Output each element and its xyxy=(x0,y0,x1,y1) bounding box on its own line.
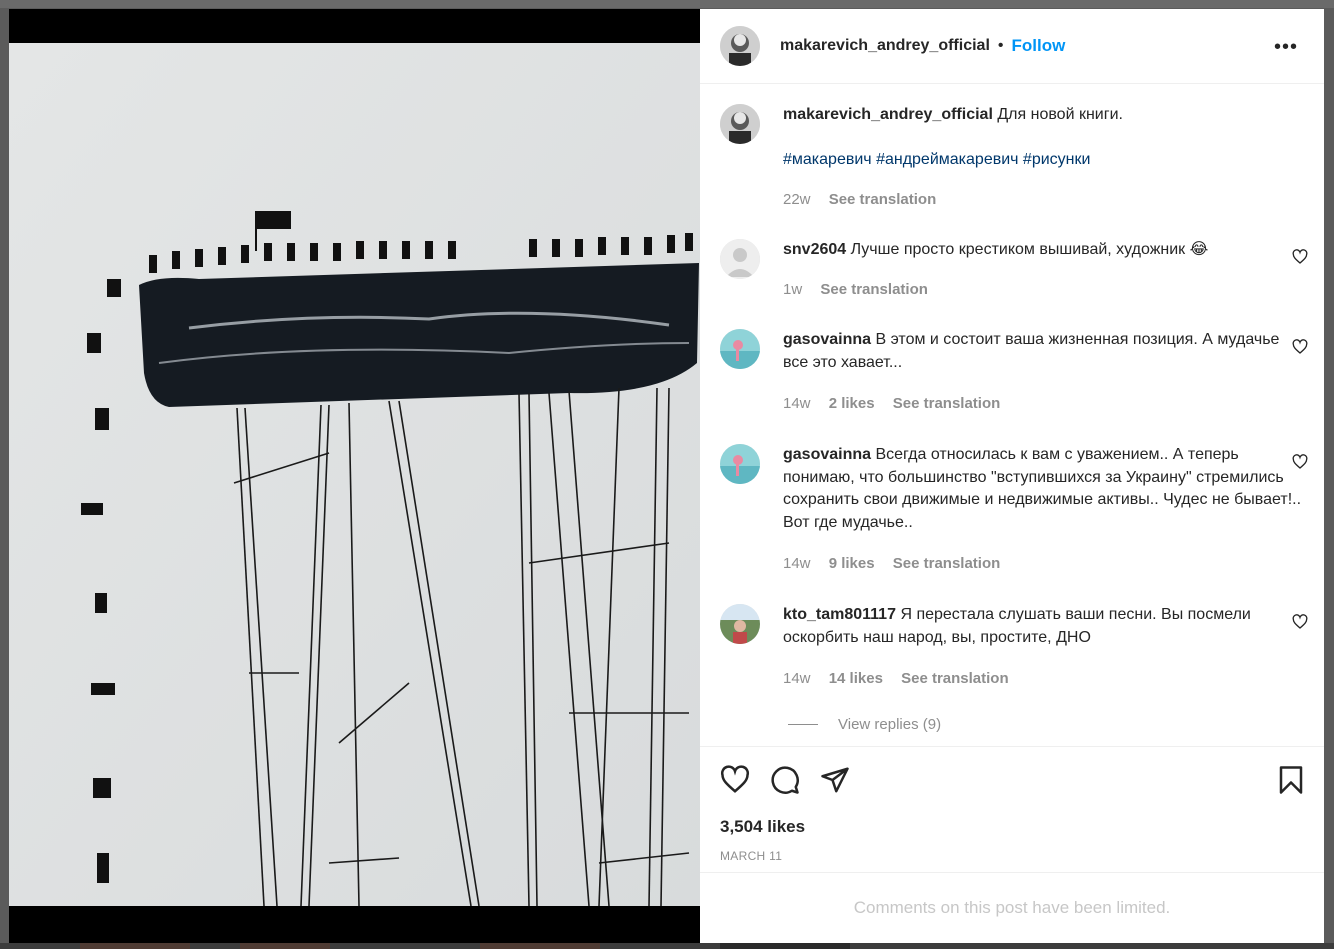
comment-item: kto_tam801117 Я перестала слушать ваши п… xyxy=(720,604,1308,687)
comment-username[interactable]: kto_tam801117 xyxy=(783,606,896,623)
caption-text: makarevich_andrey_official Для новой кни… xyxy=(783,104,1308,171)
post-actions: 3,504 likes MARCH 11 xyxy=(700,746,1324,872)
post-caption: makarevich_andrey_official Для новой кни… xyxy=(720,104,1308,208)
separator-dot: • xyxy=(997,37,1004,54)
comment-body: Лучше просто крестиком вышивай, художник… xyxy=(850,241,1209,258)
avatar[interactable] xyxy=(720,26,760,66)
avatar[interactable] xyxy=(720,444,760,484)
see-translation-link[interactable]: See translation xyxy=(829,191,937,208)
post-modal: makarevich_andrey_official • Follow ••• … xyxy=(9,9,1324,943)
comment-item: snv2604 Лучше просто крестиком вышивай, … xyxy=(720,239,1308,298)
comment-likes[interactable]: 14 likes xyxy=(829,670,883,687)
see-translation-link[interactable]: See translation xyxy=(893,555,1001,572)
caption-body: Для новой книги. xyxy=(997,106,1123,123)
avatar[interactable] xyxy=(720,604,760,644)
comment-item: gasovainna Всегда относилась к вам с ува… xyxy=(720,444,1308,572)
comment-age: 14w xyxy=(783,555,811,572)
comments-limited-notice: Comments on this post have been limited. xyxy=(700,872,1324,943)
comment-like-heart-icon[interactable] xyxy=(1292,454,1308,470)
comments-list: makarevich_andrey_official Для новой кни… xyxy=(700,84,1324,746)
post-details-pane: makarevich_andrey_official • Follow ••• … xyxy=(700,9,1324,943)
caption-meta: 22w See translation xyxy=(783,191,950,208)
caption-age: 22w xyxy=(783,191,811,208)
comment-age: 14w xyxy=(783,395,811,412)
more-options-icon[interactable]: ••• xyxy=(1274,36,1298,59)
view-replies-button[interactable]: View replies (9) xyxy=(788,716,941,733)
background-strip-top xyxy=(0,0,1334,8)
post-author-username[interactable]: makarevich_andrey_official xyxy=(780,37,990,55)
replies-divider xyxy=(788,724,818,725)
comment-age: 14w xyxy=(783,670,811,687)
caption-hashtags[interactable]: #макаревич #андреймакаревич #рисунки xyxy=(783,151,1090,168)
comment-age: 1w xyxy=(783,281,803,298)
comment-username[interactable]: gasovainna xyxy=(783,446,871,463)
caption-username[interactable]: makarevich_andrey_official xyxy=(783,106,993,123)
avatar[interactable] xyxy=(720,239,760,279)
comment-likes[interactable]: 2 likes xyxy=(829,395,875,412)
comment-username[interactable]: snv2604 xyxy=(783,241,846,258)
view-replies-label: View replies (9) xyxy=(838,716,942,733)
share-icon[interactable] xyxy=(820,765,850,795)
comment-likes[interactable]: 9 likes xyxy=(829,555,875,572)
post-header: makarevich_andrey_official • Follow ••• xyxy=(700,9,1324,84)
heart-icon[interactable] xyxy=(720,765,750,795)
avatar[interactable] xyxy=(720,104,760,144)
comment-text: gasovainna Всегда относилась к вам с ува… xyxy=(783,444,1308,534)
follow-button[interactable]: Follow xyxy=(1012,36,1066,56)
post-media xyxy=(9,9,700,943)
comment-meta: 14w 2 likes See translation xyxy=(783,395,1014,412)
comment-meta: 1w See translation xyxy=(783,281,942,298)
bookmark-icon[interactable] xyxy=(1276,765,1306,795)
comment-like-heart-icon[interactable] xyxy=(1292,614,1308,630)
post-image xyxy=(9,43,700,906)
see-translation-link[interactable]: See translation xyxy=(820,281,928,298)
comment-text: gasovainna В этом и состоит ваша жизненн… xyxy=(783,329,1308,374)
comment-meta: 14w 14 likes See translation xyxy=(783,670,1023,687)
comment-like-heart-icon[interactable] xyxy=(1292,339,1308,355)
comment-meta: 14w 9 likes See translation xyxy=(783,555,1014,572)
post-date: MARCH 11 xyxy=(720,849,783,863)
comment-item: gasovainna В этом и состоит ваша жизненн… xyxy=(720,329,1308,412)
comment-icon[interactable] xyxy=(770,765,800,795)
avatar[interactable] xyxy=(720,329,760,369)
background-strip-bottom xyxy=(0,943,1334,949)
post-likes-count[interactable]: 3,504 likes xyxy=(720,817,805,837)
comment-like-heart-icon[interactable] xyxy=(1292,249,1308,265)
comment-username[interactable]: gasovainna xyxy=(783,331,871,348)
see-translation-link[interactable]: See translation xyxy=(893,395,1001,412)
see-translation-link[interactable]: See translation xyxy=(901,670,1009,687)
comment-text: snv2604 Лучше просто крестиком вышивай, … xyxy=(783,239,1308,262)
comment-text: kto_tam801117 Я перестала слушать ваши п… xyxy=(783,604,1308,649)
